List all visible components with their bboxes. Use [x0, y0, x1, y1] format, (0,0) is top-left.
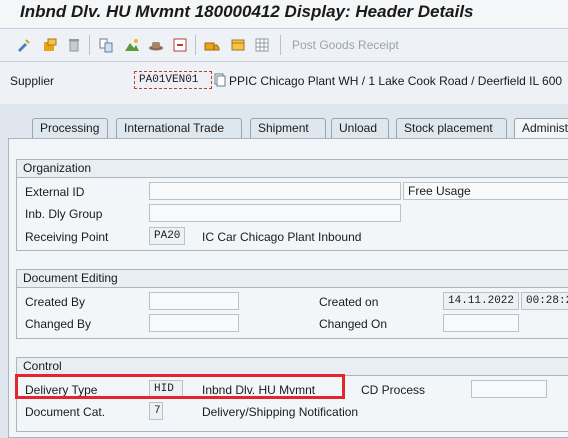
document-flow-icon[interactable]: [98, 37, 114, 53]
organization-group: Organization External ID Free Usage Inb.…: [16, 159, 568, 251]
tab-stock-placement[interactable]: Stock placement: [396, 118, 507, 138]
supplier-description: PPIC Chicago Plant WH / 1 Lake Cook Road…: [229, 74, 563, 88]
tab-international-trade[interactable]: International Trade: [116, 118, 242, 138]
inb-dly-group-label: Inb. Dly Group: [25, 207, 103, 221]
delivery-type-highlight: [15, 374, 345, 399]
other-delivery-icon[interactable]: [42, 37, 58, 53]
created-by-field[interactable]: [149, 292, 239, 310]
page-title: Inbnd Dlv. HU Mvmnt 180000412 Display: H…: [20, 2, 474, 21]
output-icon[interactable]: [172, 37, 188, 53]
cd-process-label: CD Process: [361, 383, 426, 397]
document-cat-field[interactable]: 7: [149, 402, 163, 420]
status-overview-icon[interactable]: [124, 37, 140, 53]
created-on-label: Created on: [319, 295, 379, 309]
copy-icon[interactable]: [214, 73, 226, 87]
supplier-field[interactable]: PA01VEN01: [134, 71, 212, 89]
tab-processing[interactable]: Processing: [32, 118, 108, 138]
created-on-time-field[interactable]: 00:28:2: [521, 292, 568, 310]
tab-shipment[interactable]: Shipment: [250, 118, 326, 138]
hat-icon[interactable]: [148, 37, 164, 53]
changed-on-label: Changed On: [319, 317, 388, 331]
created-on-date-field[interactable]: 14.11.2022: [443, 292, 519, 310]
changed-by-label: Changed By: [25, 317, 92, 331]
toolbar-separator: [280, 35, 281, 55]
cd-process-field[interactable]: [471, 380, 547, 398]
free-usage-field[interactable]: Free Usage: [403, 182, 568, 200]
packing-icon[interactable]: [230, 37, 246, 53]
receiving-point-field[interactable]: PA20: [149, 227, 185, 245]
document-cat-label: Document Cat.: [25, 405, 106, 419]
created-by-label: Created By: [25, 295, 86, 309]
organization-title: Organization: [17, 160, 568, 178]
post-goods-receipt-button[interactable]: Post Goods Receipt: [292, 38, 399, 52]
toolbar-separator: [195, 35, 196, 55]
tab-administration[interactable]: Administ: [514, 118, 568, 138]
document-cat-description: Delivery/Shipping Notification: [202, 405, 359, 419]
supplier-label: Supplier: [10, 74, 55, 88]
receiving-point-label: Receiving Point: [25, 230, 109, 244]
receiving-point-description: IC Car Chicago Plant Inbound: [202, 230, 362, 244]
title-bar: Inbnd Dlv. HU Mvmnt 180000412 Display: H…: [0, 0, 568, 29]
external-id-label: External ID: [25, 185, 85, 199]
toolbar-separator: [89, 35, 90, 55]
application-toolbar: Post Goods Receipt: [0, 29, 568, 62]
grid-icon[interactable]: [254, 37, 270, 53]
document-editing-group: Document Editing Created By Changed By C…: [16, 269, 568, 339]
inb-dly-group-field[interactable]: [149, 204, 401, 222]
tab-unload[interactable]: Unload: [331, 118, 389, 138]
external-id-field[interactable]: [149, 182, 401, 200]
document-editing-title: Document Editing: [17, 270, 568, 288]
delete-icon[interactable]: [66, 37, 82, 53]
changed-by-field[interactable]: [149, 314, 239, 332]
tab-strip: Processing International Trade Shipment …: [0, 112, 568, 138]
deliveries-icon[interactable]: [204, 37, 220, 53]
header-area: Supplier PA01VEN01 PPIC Chicago Plant WH…: [0, 62, 568, 104]
display-change-icon[interactable]: [16, 37, 32, 53]
changed-on-field[interactable]: [443, 314, 519, 332]
